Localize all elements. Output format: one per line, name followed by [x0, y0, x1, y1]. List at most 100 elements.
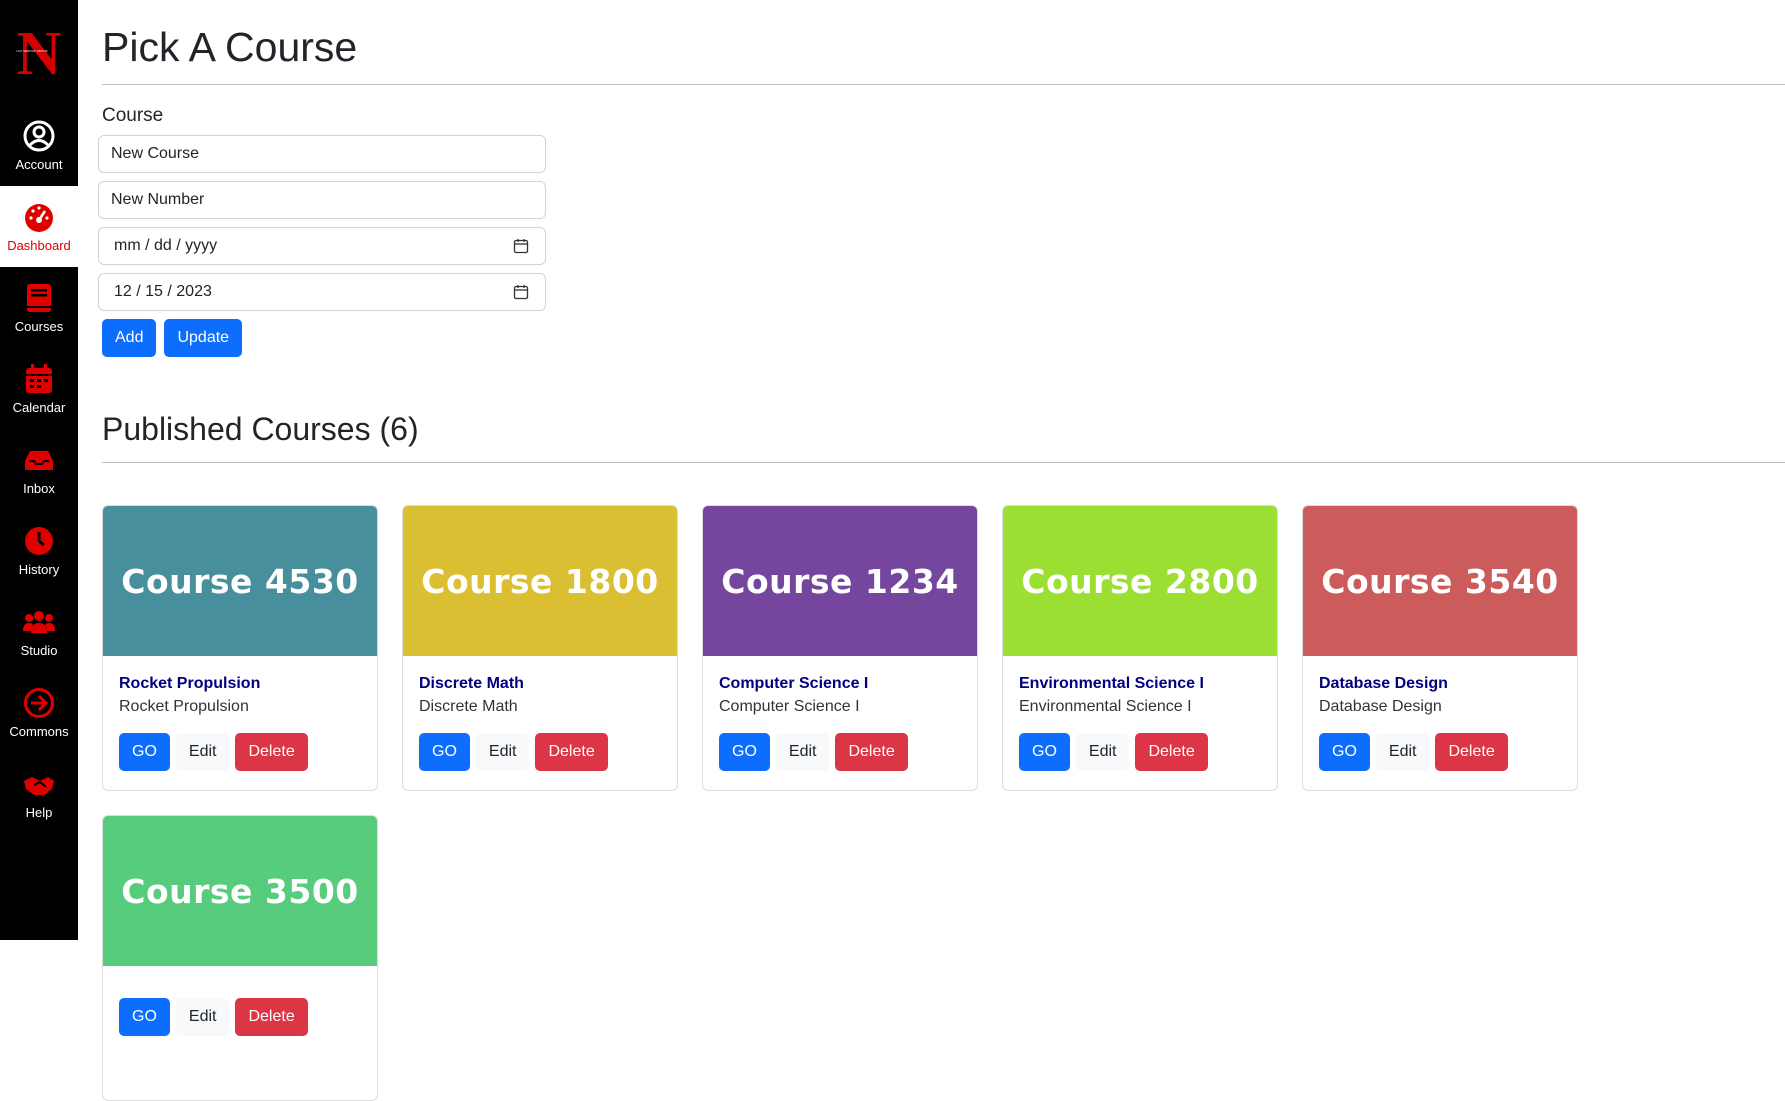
sidebar-item-commons[interactable]: Commons	[0, 672, 78, 753]
go-button[interactable]: GO	[419, 733, 470, 771]
delete-button[interactable]: Delete	[535, 733, 608, 771]
delete-button[interactable]: Delete	[835, 733, 908, 771]
course-card-header[interactable]: Course 4530	[103, 506, 377, 656]
go-button[interactable]: GO	[719, 733, 770, 771]
sidebar-item-history[interactable]: History	[0, 510, 78, 591]
course-name-input[interactable]: New Course	[98, 135, 546, 173]
sidebar-item-calendar[interactable]: Calendar	[0, 348, 78, 429]
course-card-body: Database Design Database Design GO Edit Dele…	[1303, 656, 1577, 771]
course-card-subtitle: Rocket Propulsion	[119, 698, 249, 715]
sidebar-item-label: Dashboard	[7, 238, 71, 253]
delete-button[interactable]: Delete	[1135, 733, 1208, 771]
edit-button[interactable]: Edit	[175, 733, 230, 771]
calendar-picker-icon[interactable]	[513, 238, 529, 254]
course-card-actions: GO Edit Delete	[1019, 733, 1261, 771]
start-date-value: mm / dd / yyyy	[114, 237, 218, 254]
edit-button[interactable]: Edit	[1075, 733, 1130, 771]
sidebar: N LUX VERITAS VIRTUS Account Dashboard C…	[0, 0, 78, 940]
book-icon	[27, 284, 51, 312]
edit-button[interactable]: Edit	[475, 733, 530, 771]
course-card-body: Computer Science I Computer Science I GO Ed…	[703, 656, 977, 771]
go-button[interactable]: GO	[119, 998, 170, 1036]
course-card[interactable]: Course 2800 Environmental Science I Enviro…	[1002, 505, 1278, 791]
end-date-input[interactable]: 12 / 15 / 2023	[98, 273, 546, 311]
go-button[interactable]: GO	[1319, 733, 1370, 771]
course-card-body: GO Edit Delete	[103, 966, 377, 1036]
course-card-actions: GO Edit Delete	[1319, 733, 1561, 771]
course-card-header[interactable]: Course 2800	[1003, 506, 1277, 656]
inbox-tray-icon	[25, 451, 53, 470]
delete-button[interactable]: Delete	[235, 998, 308, 1036]
edit-button[interactable]: Edit	[1375, 733, 1430, 771]
main-content: Pick A Course Course New Course New Numb…	[98, 0, 1785, 1101]
course-card-title[interactable]: Environmental Science I	[1019, 674, 1261, 694]
edit-button[interactable]: Edit	[775, 733, 830, 771]
calendar-picker-icon[interactable]	[513, 284, 529, 300]
clock-icon	[25, 527, 53, 555]
course-card[interactable]: Course 1234 Computer Science I Computer Sc…	[702, 505, 978, 791]
form-buttons: Add Update	[102, 319, 550, 357]
course-card-header[interactable]: Course 3500	[103, 816, 377, 966]
course-card-body: Rocket Propulsion Rocket Propulsion GO Edit…	[103, 656, 377, 771]
course-card[interactable]: Course 1800 Discrete Math Discrete Math GO E…	[402, 505, 678, 791]
course-card-title[interactable]: Rocket Propulsion	[119, 674, 361, 694]
sidebar-item-help[interactable]: Help	[0, 753, 78, 834]
course-card[interactable]: Course 3500 GO Edit Delete	[102, 815, 378, 1101]
course-card-title[interactable]: Computer Science I	[719, 674, 961, 694]
update-button[interactable]: Update	[164, 319, 243, 357]
course-card-actions: GO Edit Delete	[419, 733, 661, 771]
course-card-actions: GO Edit Delete	[119, 998, 361, 1036]
go-button[interactable]: GO	[1019, 733, 1070, 771]
course-card-header[interactable]: Course 1800	[403, 506, 677, 656]
course-card-subtitle: Computer Science I	[719, 698, 860, 715]
go-button[interactable]: GO	[119, 733, 170, 771]
course-number-value: New Number	[111, 191, 205, 208]
university-logo-icon: N LUX VERITAS VIRTUS	[16, 22, 62, 84]
section-divider	[102, 462, 1785, 463]
edit-button[interactable]: Edit	[175, 998, 230, 1036]
sidebar-item-label: Commons	[9, 724, 69, 739]
start-date-input[interactable]: mm / dd / yyyy	[98, 227, 546, 265]
course-card-actions: GO Edit Delete	[119, 733, 361, 771]
course-card-title[interactable]: Database Design	[1319, 674, 1561, 694]
users-group-icon	[23, 611, 55, 633]
course-card-title[interactable]: Discrete Math	[419, 674, 661, 694]
page-title: Pick A Course	[102, 24, 358, 70]
course-name-value: New Course	[111, 145, 200, 162]
svg-text:LUX VERITAS VIRTUS: LUX VERITAS VIRTUS	[16, 49, 47, 53]
course-number-input[interactable]: New Number	[98, 181, 546, 219]
sidebar-item-account[interactable]: Account	[0, 105, 78, 186]
handshake-icon	[24, 777, 54, 795]
course-card-body: Environmental Science I Environmental Sci…	[1003, 656, 1277, 771]
add-button[interactable]: Add	[102, 319, 157, 357]
sidebar-item-label: Account	[15, 157, 63, 172]
arrow-right-circle-icon	[24, 688, 54, 718]
sidebar-item-label: Courses	[14, 319, 64, 334]
course-card-subtitle: Environmental Science I	[1019, 698, 1192, 715]
sidebar-item-label: Calendar	[12, 400, 66, 415]
course-card-body: Discrete Math Discrete Math GO Edit Delete	[403, 656, 677, 771]
sidebar-item-label: Studio	[20, 643, 58, 658]
calendar-icon	[26, 364, 52, 393]
course-card-header[interactable]: Course 3540	[1303, 506, 1577, 656]
university-logo[interactable]: N LUX VERITAS VIRTUS	[0, 0, 78, 105]
sidebar-item-courses[interactable]: Courses	[0, 267, 78, 348]
account-circle-icon	[23, 120, 55, 152]
sidebar-item-label: Help	[25, 805, 53, 820]
sidebar-item-label: History	[18, 562, 60, 577]
sidebar-item-dashboard[interactable]: Dashboard	[0, 186, 78, 267]
svg-text:N: N	[17, 22, 62, 84]
dashboard-gauge-icon	[25, 204, 53, 232]
delete-button[interactable]: Delete	[1435, 733, 1508, 771]
sidebar-item-label: Inbox	[23, 481, 55, 496]
sidebar-item-inbox[interactable]: Inbox	[0, 429, 78, 510]
course-card-actions: GO Edit Delete	[719, 733, 961, 771]
delete-button[interactable]: Delete	[235, 733, 308, 771]
course-card-header[interactable]: Course 1234	[703, 506, 977, 656]
course-card[interactable]: Course 4530 Rocket Propulsion Rocket Propu…	[102, 505, 378, 791]
course-card[interactable]: Course 3540 Database Design Database Desig…	[1302, 505, 1578, 791]
sidebar-item-studio[interactable]: Studio	[0, 591, 78, 672]
course-card-subtitle: Database Design	[1319, 698, 1442, 715]
published-courses-title: Published Courses (6)	[102, 411, 419, 447]
course-form-label: Course	[102, 105, 164, 126]
